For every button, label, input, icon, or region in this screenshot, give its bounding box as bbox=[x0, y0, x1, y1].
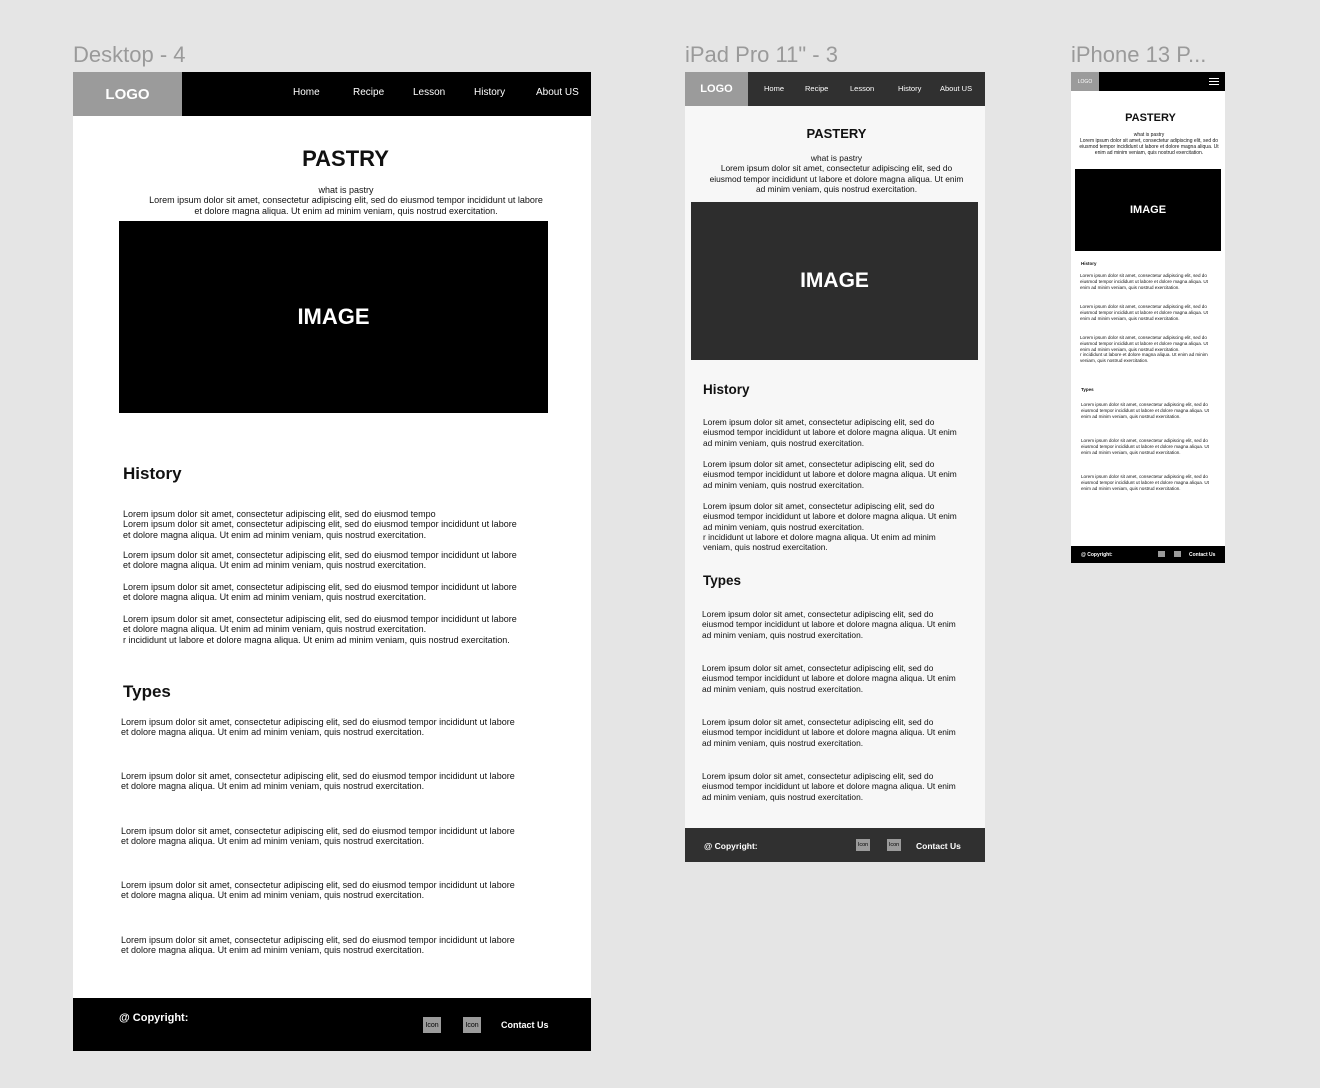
social-icon[interactable]: Icon bbox=[463, 1017, 481, 1033]
page-title: PASTERY bbox=[806, 126, 867, 141]
nav-about[interactable]: About US bbox=[940, 84, 972, 93]
frame-title-ipad: iPad Pro 11" - 3 bbox=[685, 42, 838, 67]
hero-image: IMAGE bbox=[691, 202, 978, 360]
copyright: @ Copyright: bbox=[119, 1012, 189, 1024]
nav-lesson[interactable]: Lesson bbox=[850, 84, 874, 93]
types-paragraph: Lorem ipsum dolor sit amet, consectetur … bbox=[121, 771, 515, 792]
types-heading: Types bbox=[1081, 387, 1094, 392]
contact-link[interactable]: Contact Us bbox=[916, 841, 961, 851]
hero-image: IMAGE bbox=[1075, 169, 1221, 251]
history-paragraph: Lorem ipsum dolor sit amet, consectetur … bbox=[1080, 273, 1208, 290]
footer: @ Copyright: Icon Icon Contact Us bbox=[1071, 546, 1225, 563]
navbar: LOGO bbox=[1071, 72, 1225, 91]
nav-recipe[interactable]: Recipe bbox=[805, 84, 828, 93]
hero-image: IMAGE bbox=[119, 221, 548, 413]
intro: what is pastry Lorem ipsum dolor sit ame… bbox=[705, 153, 968, 194]
types-paragraph: Lorem ipsum dolor sit amet, consectetur … bbox=[702, 663, 956, 694]
history-paragraph-extra: r incididunt ut labore et dolore magna a… bbox=[703, 531, 936, 553]
nav-recipe[interactable]: Recipe bbox=[353, 87, 384, 98]
copyright: @ Copyright: bbox=[704, 841, 758, 851]
intro-text: Lorem ipsum dolor sit amet, consectetur … bbox=[149, 195, 543, 216]
history-paragraph-text: Lorem ipsum dolor sit amet, consectetur … bbox=[703, 501, 957, 532]
page-title: PASTERY bbox=[1125, 112, 1176, 124]
intro-heading: what is pastry bbox=[318, 185, 374, 195]
navbar: LOGO Home Recipe Lesson History About US bbox=[685, 72, 985, 106]
social-icon[interactable]: Icon bbox=[856, 839, 870, 851]
history-paragraph: Lorem ipsum dolor sit amet, consectetur … bbox=[703, 417, 957, 448]
nav-history[interactable]: History bbox=[898, 84, 921, 93]
nav-about[interactable]: About US bbox=[536, 87, 579, 98]
nav-home[interactable]: Home bbox=[764, 84, 784, 93]
history-paragraph: Lorem ipsum dolor sit amet, consectetur … bbox=[1080, 335, 1214, 364]
social-icon[interactable]: Icon bbox=[887, 839, 901, 851]
frame-title-iphone: iPhone 13 P... bbox=[1071, 42, 1207, 67]
types-paragraph: Lorem ipsum dolor sit amet, consectetur … bbox=[121, 826, 515, 847]
history-paragraph: Lorem ipsum dolor sit amet, consectetur … bbox=[123, 509, 523, 540]
history-paragraph: Lorem ipsum dolor sit amet, consectetur … bbox=[1080, 304, 1208, 321]
history-paragraph: Lorem ipsum dolor sit amet, consectetur … bbox=[703, 501, 965, 552]
navbar: LOGO Home Recipe Lesson History About US bbox=[73, 72, 591, 116]
intro: what is pastry Lorem ipsum dolor sit ame… bbox=[146, 185, 546, 216]
types-paragraph: Lorem ipsum dolor sit amet, consectetur … bbox=[1081, 402, 1209, 419]
page-title: PASTRY bbox=[302, 146, 389, 171]
hamburger-menu-icon[interactable] bbox=[1209, 76, 1219, 86]
copyright: @ Copyright: bbox=[1081, 552, 1113, 558]
types-paragraph: Lorem ipsum dolor sit amet, consectetur … bbox=[702, 771, 956, 802]
history-heading: History bbox=[123, 464, 182, 483]
history-paragraph-extra: r incididunt ut labore et dolore magna a… bbox=[1080, 352, 1208, 364]
nav-history[interactable]: History bbox=[474, 87, 505, 98]
types-paragraph: Lorem ipsum dolor sit amet, consectetur … bbox=[1081, 438, 1209, 455]
nav-home[interactable]: Home bbox=[293, 87, 320, 98]
history-paragraph-line: Lorem ipsum dolor sit amet, consectetur … bbox=[123, 509, 436, 519]
history-paragraph: Lorem ipsum dolor sit amet, consectetur … bbox=[123, 614, 523, 645]
contact-link[interactable]: Contact Us bbox=[1189, 552, 1215, 558]
history-paragraph-text: Lorem ipsum dolor sit amet, consectetur … bbox=[1080, 335, 1208, 352]
frame-title-desktop: Desktop - 4 bbox=[73, 42, 186, 67]
history-heading: History bbox=[703, 382, 750, 397]
social-icon[interactable]: Icon bbox=[1174, 551, 1181, 557]
contact-link[interactable]: Contact Us bbox=[501, 1020, 549, 1030]
intro: what is pastry Lorem ipsum dolor sit ame… bbox=[1076, 132, 1222, 157]
intro-text: Lorem ipsum dolor sit amet, consectetur … bbox=[1079, 137, 1219, 156]
types-heading: Types bbox=[123, 682, 171, 701]
types-paragraph: Lorem ipsum dolor sit amet, consectetur … bbox=[1081, 474, 1209, 491]
ipad-frame: LOGO Home Recipe Lesson History About US… bbox=[685, 72, 985, 862]
history-paragraph-extra: r incididunt ut labore et dolore magna a… bbox=[123, 634, 510, 645]
history-paragraph: Lorem ipsum dolor sit amet, consectetur … bbox=[123, 550, 517, 571]
desktop-frame: LOGO Home Recipe Lesson History About US… bbox=[73, 72, 591, 1051]
types-paragraph: Lorem ipsum dolor sit amet, consectetur … bbox=[702, 609, 956, 640]
social-icon[interactable]: Icon bbox=[1158, 551, 1165, 557]
iphone-frame: LOGO PASTERY what is pastry Lorem ipsum … bbox=[1071, 72, 1225, 563]
types-paragraph: Lorem ipsum dolor sit amet, consectetur … bbox=[121, 717, 515, 738]
logo[interactable]: LOGO bbox=[1071, 72, 1099, 91]
history-paragraph: Lorem ipsum dolor sit amet, consectetur … bbox=[123, 582, 517, 603]
footer: @ Copyright: Icon Icon Contact Us bbox=[73, 998, 591, 1051]
types-heading: Types bbox=[703, 573, 742, 588]
social-icon[interactable]: Icon bbox=[423, 1017, 441, 1033]
logo[interactable]: LOGO bbox=[685, 72, 748, 106]
history-paragraph-text: Lorem ipsum dolor sit amet, consectetur … bbox=[123, 614, 517, 635]
intro-text: Lorem ipsum dolor sit amet, consectetur … bbox=[709, 163, 964, 194]
types-paragraph: Lorem ipsum dolor sit amet, consectetur … bbox=[121, 880, 515, 901]
logo[interactable]: LOGO bbox=[73, 72, 182, 116]
history-paragraph-text: Lorem ipsum dolor sit amet, consectetur … bbox=[123, 519, 517, 540]
types-paragraph: Lorem ipsum dolor sit amet, consectetur … bbox=[121, 935, 515, 956]
history-paragraph: Lorem ipsum dolor sit amet, consectetur … bbox=[703, 459, 957, 490]
footer: @ Copyright: Icon Icon Contact Us bbox=[685, 828, 985, 862]
types-paragraph: Lorem ipsum dolor sit amet, consectetur … bbox=[702, 717, 956, 748]
nav-lesson[interactable]: Lesson bbox=[413, 87, 445, 98]
history-heading: History bbox=[1081, 261, 1097, 266]
intro-heading: what is pastry bbox=[810, 153, 863, 163]
